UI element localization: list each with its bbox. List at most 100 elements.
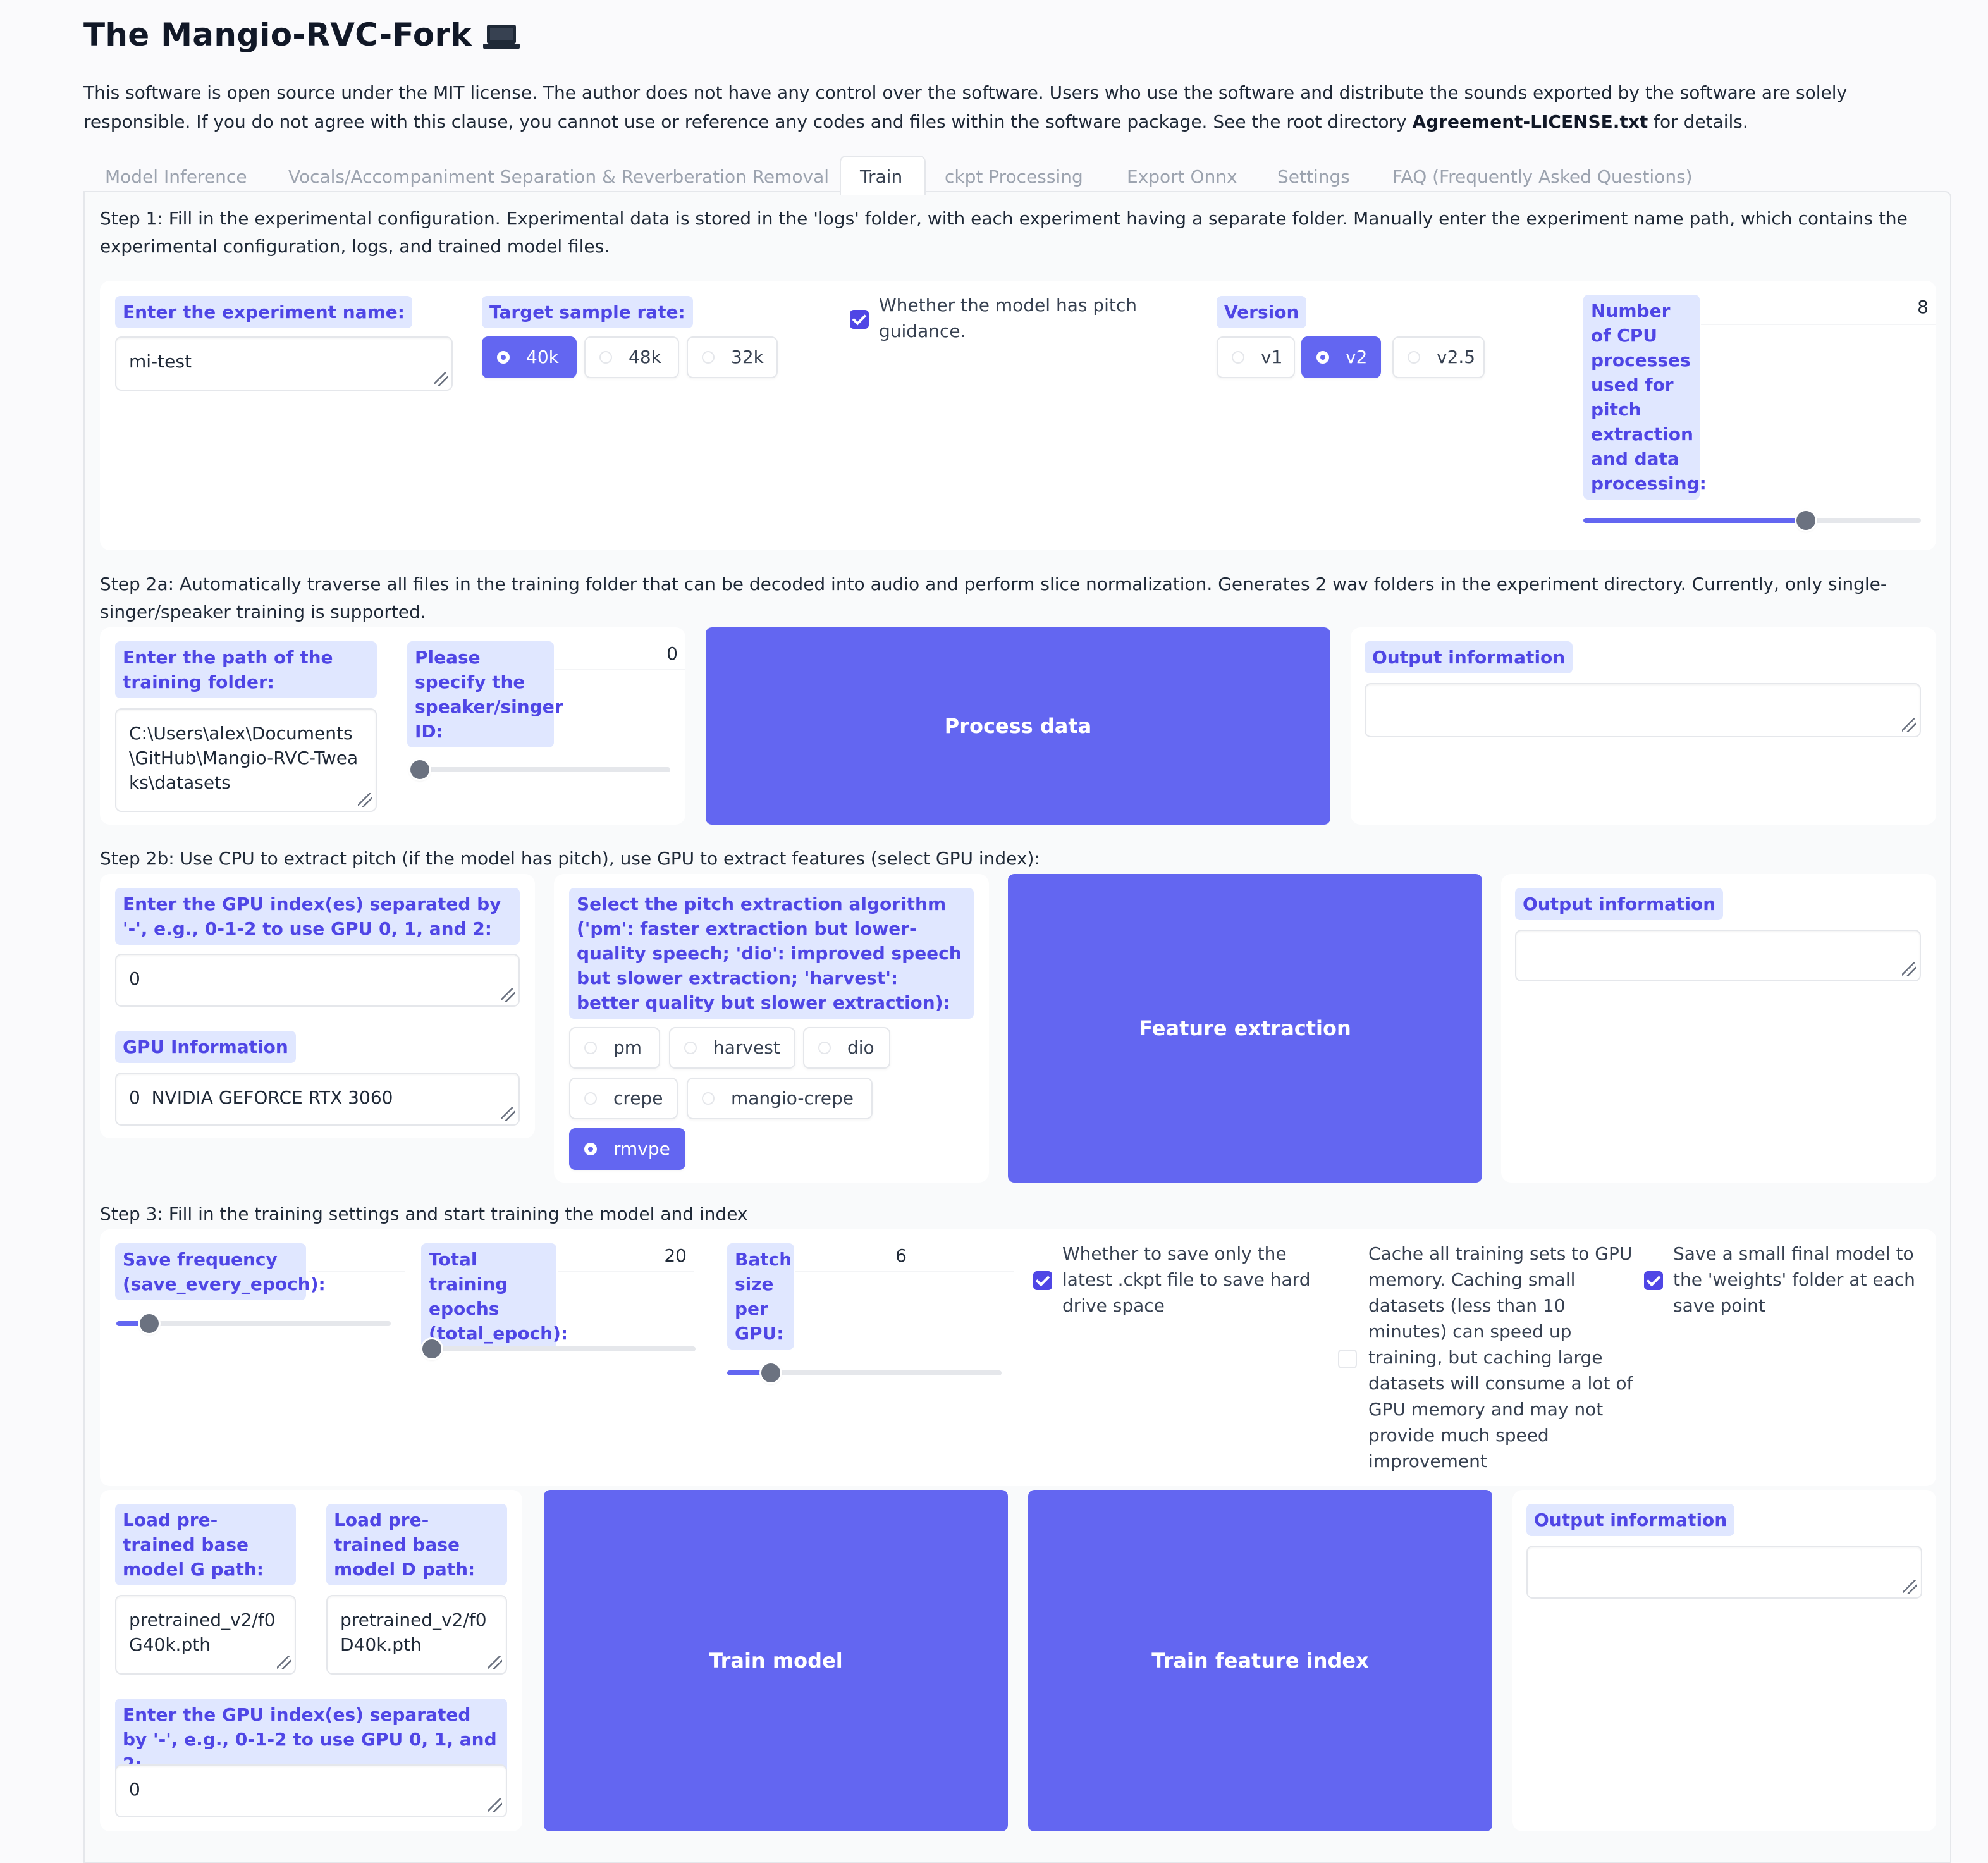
resize-handle-icon[interactable] xyxy=(1902,718,1916,732)
algo-dio[interactable]: dio xyxy=(803,1027,890,1069)
pretrained-g-value: pretrained_v2/f0G40k.pth xyxy=(129,1609,276,1655)
step1-description: Step 1: Fill in the experimental configu… xyxy=(100,208,1908,257)
gpu-info-output[interactable]: 0 NVIDIA GEFORCE RTX 3060 xyxy=(115,1073,520,1126)
cpu-processes-number[interactable]: 8 xyxy=(1701,295,1936,325)
train-feature-index-button[interactable]: Train feature index xyxy=(1028,1490,1492,1831)
radio-icon xyxy=(599,351,612,364)
radio-label: mangio-crepe xyxy=(731,1088,854,1109)
step3-description: Step 3: Fill in the training settings an… xyxy=(100,1203,748,1224)
gpu-info-label: GPU Information xyxy=(115,1031,296,1063)
cache-gpu-checkbox[interactable] xyxy=(1338,1350,1357,1368)
pretrained-d-input[interactable]: pretrained_v2/f0D40k.pth xyxy=(326,1595,507,1675)
sample-rate-48k[interactable]: 48k xyxy=(584,336,679,378)
feature-extraction-button[interactable]: Feature extraction xyxy=(1008,874,1482,1183)
resize-handle-icon[interactable] xyxy=(501,988,515,1002)
step2a-output-text[interactable] xyxy=(1365,683,1921,737)
tab-vocal-separation[interactable]: Vocals/Accompaniment Separation & Reverb… xyxy=(288,162,829,192)
radio-icon xyxy=(684,1042,697,1054)
slider-thumb[interactable] xyxy=(1796,511,1816,530)
total-epochs-slider[interactable] xyxy=(421,1339,696,1358)
resize-handle-icon[interactable] xyxy=(1902,962,1916,976)
resize-handle-icon[interactable] xyxy=(501,1107,515,1121)
step2b-output-panel xyxy=(1501,874,1936,1183)
slider-thumb[interactable] xyxy=(140,1314,159,1333)
tab-export-onnx[interactable]: Export Onnx xyxy=(1127,162,1237,192)
process-data-button[interactable]: Process data xyxy=(706,627,1330,825)
speaker-id-number[interactable]: 0 xyxy=(555,641,685,670)
resize-handle-icon[interactable] xyxy=(1903,1580,1917,1594)
pretrained-d-value: pretrained_v2/f0D40k.pth xyxy=(340,1609,487,1655)
batch-size-slider[interactable] xyxy=(727,1363,1002,1382)
gpu-index-label: Enter the GPU index(es) separated by '-'… xyxy=(115,888,520,945)
step3-output-panel xyxy=(1512,1490,1936,1831)
resize-handle-icon[interactable] xyxy=(488,1656,502,1669)
save-frequency-slider[interactable] xyxy=(116,1314,391,1333)
radio-label: v1 xyxy=(1261,347,1283,367)
radio-icon xyxy=(818,1042,831,1054)
speaker-id-slider[interactable] xyxy=(410,760,670,779)
tab-settings[interactable]: Settings xyxy=(1277,162,1350,192)
radio-icon xyxy=(702,1092,715,1105)
radio-icon xyxy=(702,351,715,364)
slider-thumb[interactable] xyxy=(422,1339,442,1358)
radio-label: dio xyxy=(847,1037,874,1058)
slider-thumb[interactable] xyxy=(410,760,429,779)
algo-harvest[interactable]: harvest xyxy=(669,1027,795,1069)
step3-output-text[interactable] xyxy=(1526,1546,1922,1599)
tab-ckpt-processing[interactable]: ckpt Processing xyxy=(945,162,1083,192)
step2a-description: Step 2a: Automatically traverse all file… xyxy=(100,574,1887,622)
tab-model-inference[interactable]: Model Inference xyxy=(105,162,247,192)
slider-thumb[interactable] xyxy=(761,1363,781,1382)
pretrained-g-label: Load pre-trained base model G path: xyxy=(115,1504,296,1585)
pretrained-g-input[interactable]: pretrained_v2/f0G40k.pth xyxy=(115,1595,296,1675)
radio-label: pm xyxy=(613,1037,642,1058)
radio-label: rmvpe xyxy=(613,1138,670,1159)
version-v1[interactable]: v1 xyxy=(1217,336,1295,378)
experiment-name-value: mi-test xyxy=(129,351,192,372)
experiment-name-input[interactable]: mi-test xyxy=(115,336,453,391)
save-small-model-label: Save a small final model to the 'weights… xyxy=(1673,1243,1915,1316)
resize-handle-icon[interactable] xyxy=(277,1656,291,1669)
algo-pm[interactable]: pm xyxy=(569,1027,660,1069)
version-v25[interactable]: v2.5 xyxy=(1392,336,1485,378)
total-epochs-number[interactable]: 20 xyxy=(558,1243,694,1272)
save-small-model-checkbox[interactable] xyxy=(1644,1271,1663,1290)
save-frequency-number[interactable] xyxy=(309,1243,405,1272)
train-model-button[interactable]: Train model xyxy=(544,1490,1008,1831)
version-label: Version xyxy=(1217,296,1307,328)
gpu-index-input[interactable]: 0 xyxy=(115,954,520,1007)
radio-label: v2 xyxy=(1346,347,1368,367)
sample-rate-32k[interactable]: 32k xyxy=(687,336,778,378)
cpu-processes-slider[interactable] xyxy=(1583,511,1921,530)
algo-crepe[interactable]: crepe xyxy=(569,1078,678,1119)
training-folder-value: C:\Users\alex\Documents\GitHub\Mangio-RV… xyxy=(129,723,359,793)
algo-rmvpe[interactable]: rmvpe xyxy=(569,1128,685,1170)
save-latest-label: Whether to save only the latest .ckpt fi… xyxy=(1062,1243,1311,1316)
tab-faq[interactable]: FAQ (Frequently Asked Questions) xyxy=(1392,162,1693,192)
sample-rate-label: Target sample rate: xyxy=(482,296,693,328)
radio-label: 32k xyxy=(731,347,764,367)
pitch-guidance-label: Whether the model has pitch guidance. xyxy=(879,295,1138,341)
experiment-name-label: Enter the experiment name: xyxy=(115,296,412,328)
resize-handle-icon[interactable] xyxy=(358,793,372,807)
sample-rate-40k[interactable]: 40k xyxy=(482,336,577,378)
pitch-guidance-checkbox[interactable] xyxy=(850,310,869,329)
license-description: This software is open source under the M… xyxy=(83,78,1917,137)
resize-handle-icon[interactable] xyxy=(434,372,448,386)
batch-size-number[interactable]: 6 xyxy=(795,1243,1014,1272)
app-root: The Mangio-RVC-Fork This software is ope… xyxy=(0,0,1988,1863)
version-v2[interactable]: v2 xyxy=(1301,336,1381,378)
training-folder-input[interactable]: C:\Users\alex\Documents\GitHub\Mangio-RV… xyxy=(115,708,377,812)
radio-label: crepe xyxy=(613,1088,663,1109)
train-gpu-index-value: 0 xyxy=(129,1779,140,1800)
train-gpu-index-input[interactable]: 0 xyxy=(115,1764,507,1817)
save-latest-checkbox[interactable] xyxy=(1033,1271,1052,1290)
algo-mangio-crepe[interactable]: mangio-crepe xyxy=(687,1078,873,1119)
radio-icon xyxy=(584,1042,597,1054)
radio-label: 40k xyxy=(526,347,559,367)
tab-train[interactable]: Train xyxy=(860,162,902,192)
radio-icon xyxy=(497,351,510,364)
step2b-description: Step 2b: Use CPU to extract pitch (if th… xyxy=(100,848,1040,869)
resize-handle-icon[interactable] xyxy=(488,1798,502,1812)
step2b-output-text[interactable] xyxy=(1515,930,1921,981)
